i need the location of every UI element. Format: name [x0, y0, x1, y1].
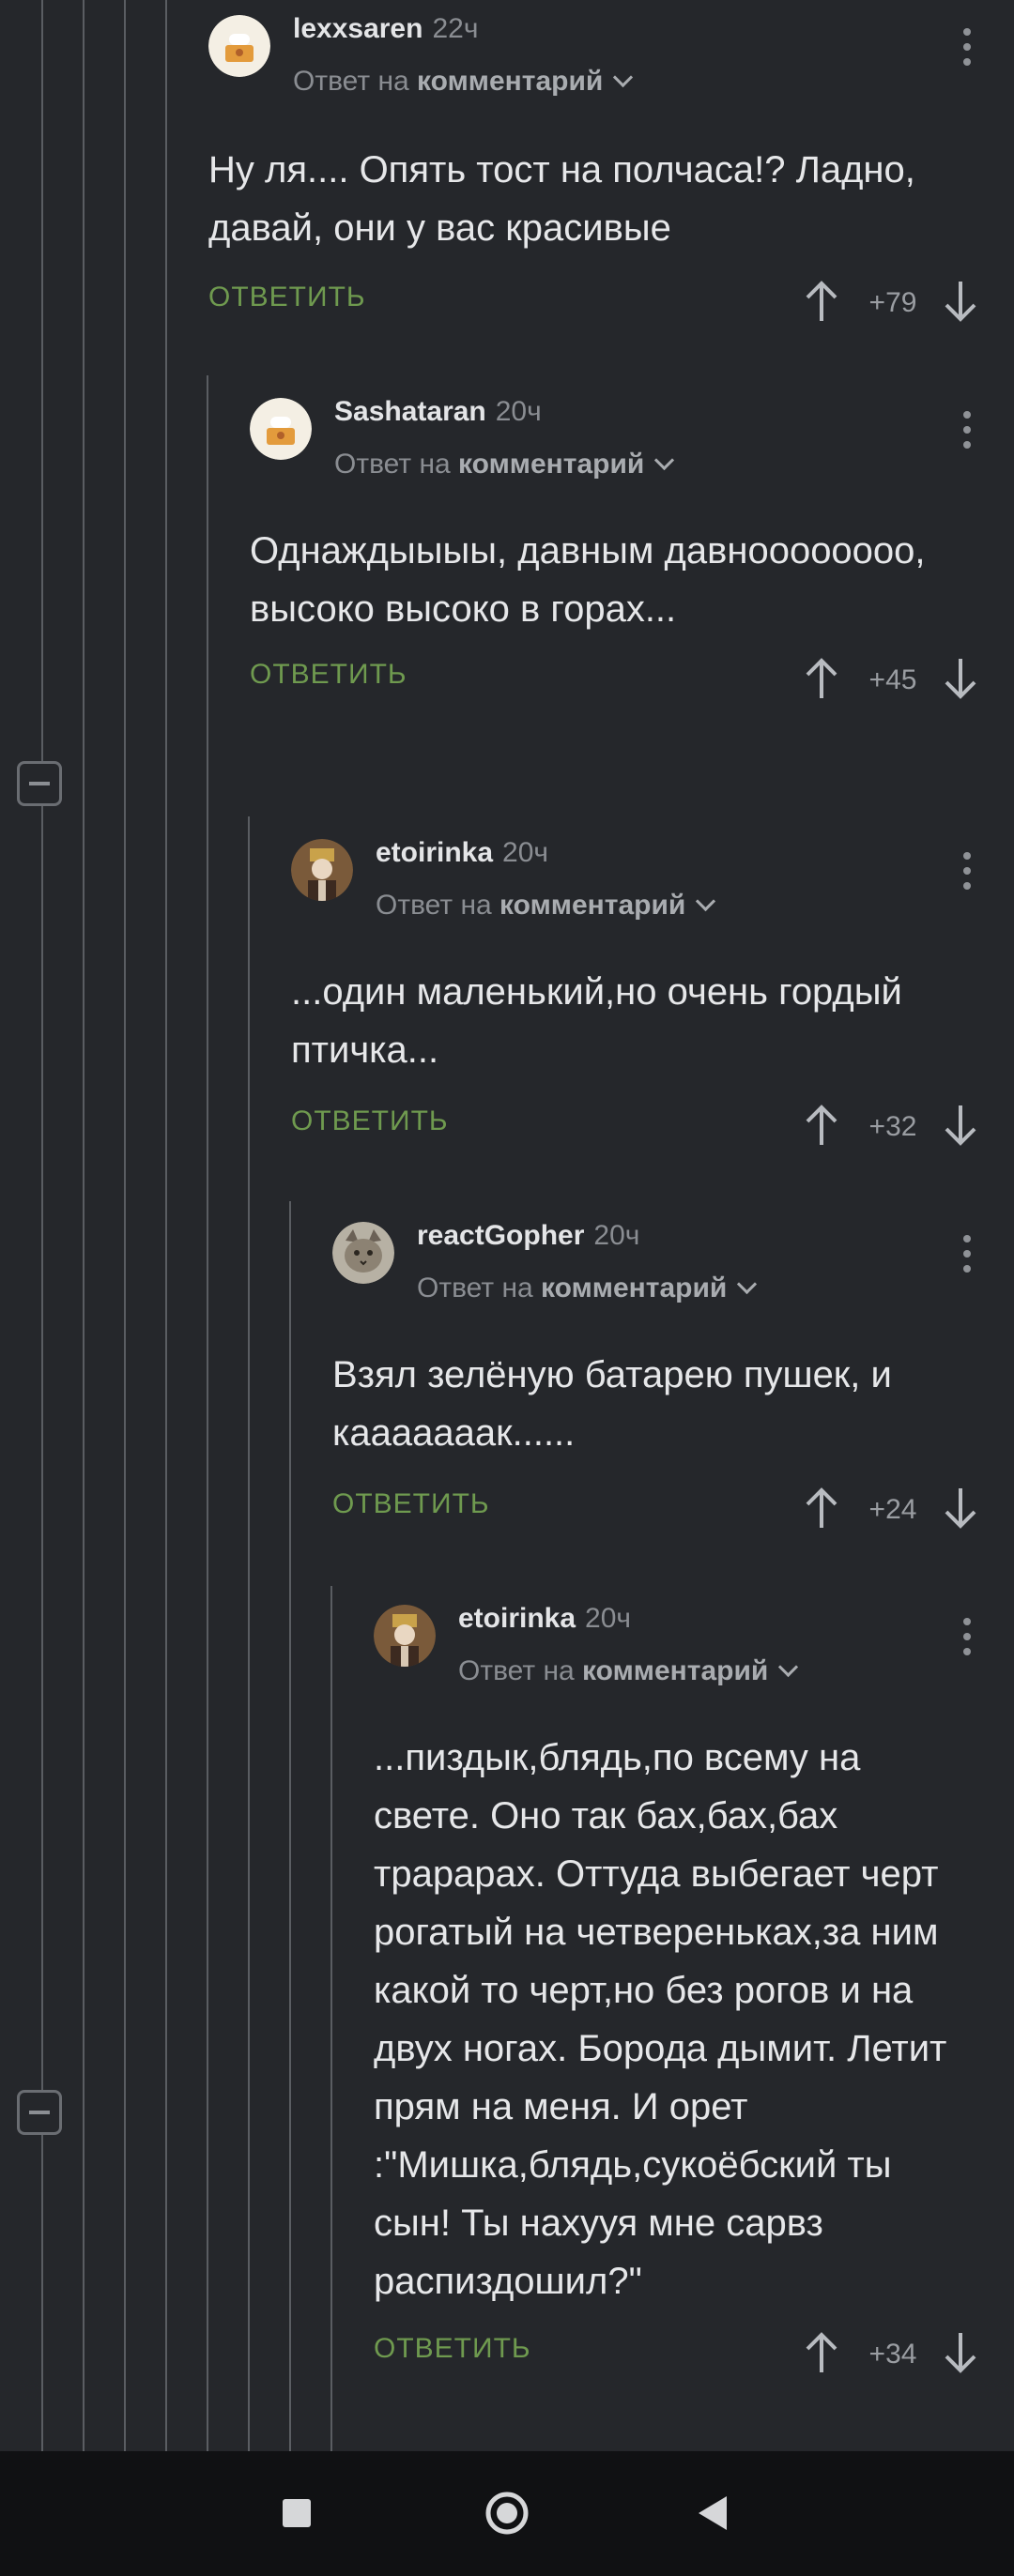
- comment: etoirinka 20ч Ответ на комментарий ...оди…: [291, 824, 1014, 1158]
- chevron-down-icon: [696, 891, 716, 912]
- reply-button[interactable]: ОТВЕТИТЬ: [250, 659, 407, 691]
- triangle-back-icon[interactable]: [684, 2483, 744, 2543]
- comment-header: Sashataran 20ч Ответ на комментарий: [250, 383, 1014, 495]
- username[interactable]: etoirinka 20ч: [376, 837, 548, 869]
- avatar[interactable]: [332, 1222, 394, 1284]
- comment: reactGopher 20ч Ответ на комментарий Взял…: [332, 1207, 1014, 1541]
- username[interactable]: reactGopher 20ч: [417, 1220, 639, 1252]
- downvote-arrow-icon[interactable]: [941, 1486, 980, 1530]
- vote-control: +34: [802, 2320, 980, 2385]
- more-options-icon[interactable]: [963, 411, 971, 456]
- comment-header: etoirinka 20ч Ответ на комментарий: [291, 824, 1014, 937]
- avatar[interactable]: [208, 15, 270, 77]
- thread-line: [83, 0, 84, 2451]
- comment-text: Однаждыыыы, давным давноооооооо, высоко …: [250, 530, 926, 630]
- downvote-arrow-icon[interactable]: [941, 2331, 980, 2374]
- comment-actions: ОТВЕТИТЬ +79: [208, 268, 1014, 334]
- comment-time: 20ч: [502, 837, 549, 868]
- upvote-arrow-icon[interactable]: [802, 280, 841, 323]
- downvote-arrow-icon[interactable]: [941, 657, 980, 700]
- avatar[interactable]: [250, 398, 312, 460]
- vote-control: +79: [802, 268, 980, 334]
- more-options-icon[interactable]: [963, 1235, 971, 1280]
- reply-to[interactable]: Ответ на комментарий: [458, 1655, 799, 1687]
- thread-line: [248, 816, 250, 2451]
- reply-to[interactable]: Ответ на комментарий: [417, 1273, 758, 1304]
- more-options-icon[interactable]: [963, 28, 971, 73]
- username[interactable]: lexxsaren 22ч: [293, 13, 478, 45]
- vote-control: +32: [802, 1092, 980, 1158]
- comment-actions: ОТВЕТИТЬ +32: [291, 1092, 1014, 1158]
- chevron-down-icon: [778, 1656, 799, 1678]
- downvote-arrow-icon[interactable]: [941, 280, 980, 323]
- comment: Sashataran 20ч Ответ на комментарий Однаж…: [250, 383, 1014, 711]
- chevron-down-icon: [613, 67, 634, 88]
- upvote-arrow-icon[interactable]: [802, 1486, 841, 1530]
- thread-line: [207, 375, 208, 2451]
- username[interactable]: etoirinka 20ч: [458, 1603, 631, 1635]
- comment: lexxsaren 22ч Ответ на комментарий Ну ля.…: [208, 0, 1014, 334]
- more-options-icon[interactable]: [963, 1618, 971, 1663]
- collapse-thread-button[interactable]: [17, 2090, 62, 2135]
- reply-button[interactable]: ОТВЕТИТЬ: [332, 1488, 490, 1520]
- comment-score: +45: [868, 664, 917, 695]
- comment-time: 20ч: [495, 396, 542, 427]
- comment-header: reactGopher 20ч Ответ на комментарий: [332, 1207, 1014, 1319]
- square-icon[interactable]: [267, 2483, 327, 2543]
- chevron-down-icon: [654, 450, 675, 471]
- comment-header: etoirinka 20ч Ответ на комментарий: [374, 1590, 1014, 1702]
- comment-time: 20ч: [593, 1220, 640, 1251]
- comment-text: Ну ля.... Опять тост на полчаса!? Ладно,…: [208, 149, 915, 249]
- chevron-down-icon: [737, 1273, 758, 1295]
- thread-line: [165, 371, 167, 2451]
- reply-to[interactable]: Ответ на комментарий: [376, 890, 716, 922]
- reply-to[interactable]: Ответ на комментарий: [334, 449, 675, 480]
- comment-header: lexxsaren 22ч Ответ на комментарий: [208, 0, 1014, 113]
- comment-actions: ОТВЕТИТЬ +45: [250, 646, 1014, 711]
- comment-time: 20ч: [585, 1603, 632, 1634]
- upvote-arrow-icon[interactable]: [802, 1104, 841, 1147]
- comment-text: Взял зелёную батарею пушек, и кааааааак.…: [332, 1354, 892, 1454]
- thread-line: [124, 0, 126, 2451]
- username[interactable]: Sashataran 20ч: [334, 396, 542, 428]
- comment: etoirinka 20ч Ответ на комментарий ...пиз…: [374, 1590, 1014, 2385]
- circle-icon[interactable]: [477, 2483, 537, 2543]
- comment-time: 22ч: [432, 13, 479, 44]
- comment-actions: ОТВЕТИТЬ +34: [374, 2320, 1014, 2385]
- comment-actions: ОТВЕТИТЬ +24: [332, 1475, 1014, 1541]
- reply-button[interactable]: ОТВЕТИТЬ: [208, 282, 366, 313]
- thread-line: [330, 1586, 332, 2451]
- thread-line: [289, 1201, 291, 2451]
- downvote-arrow-icon[interactable]: [941, 1104, 980, 1147]
- comment-score: +32: [868, 1111, 917, 1142]
- comment-text: ...один маленький,но очень гордый птичка…: [291, 971, 902, 1071]
- vote-control: +45: [802, 646, 980, 711]
- reply-button[interactable]: ОТВЕТИТЬ: [374, 2333, 531, 2365]
- avatar[interactable]: [291, 839, 353, 901]
- comment-score: +24: [868, 1494, 917, 1525]
- thread-line: [165, 0, 167, 371]
- vote-control: +24: [802, 1475, 980, 1541]
- more-options-icon[interactable]: [963, 852, 971, 897]
- collapse-thread-button[interactable]: [17, 761, 62, 806]
- thread-line: [41, 0, 43, 2451]
- comment-score: +34: [868, 2339, 917, 2370]
- upvote-arrow-icon[interactable]: [802, 657, 841, 700]
- system-navigation-bar: [0, 2451, 1014, 2576]
- upvote-arrow-icon[interactable]: [802, 2331, 841, 2374]
- comment-text: ...пиздык,блядь,по всему на свете. Оно т…: [374, 1737, 947, 2302]
- comment-score: +79: [868, 287, 917, 318]
- avatar[interactable]: [374, 1605, 436, 1667]
- reply-to[interactable]: Ответ на комментарий: [293, 66, 634, 98]
- reply-button[interactable]: ОТВЕТИТЬ: [291, 1105, 449, 1137]
